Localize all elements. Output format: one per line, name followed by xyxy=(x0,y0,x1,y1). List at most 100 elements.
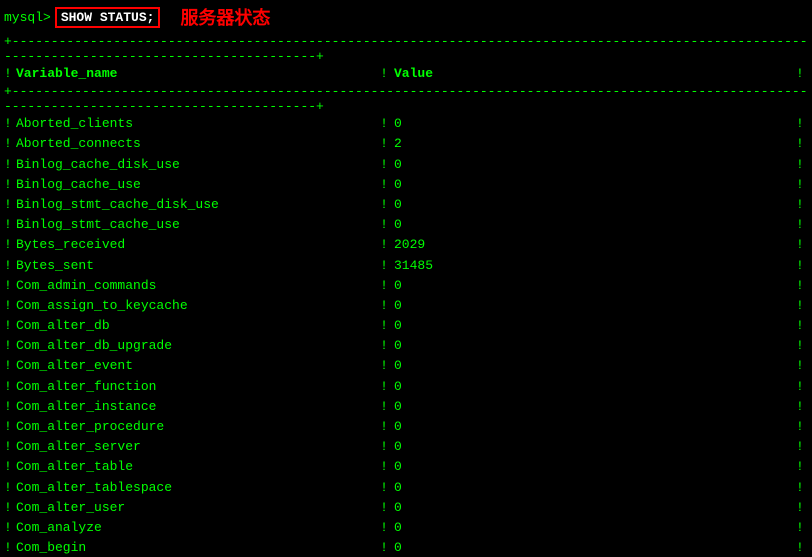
variable-value: 2 xyxy=(394,135,796,153)
variable-name: Bytes_sent xyxy=(16,257,374,275)
variable-value: 0 xyxy=(394,398,796,416)
variable-name: Com_alter_server xyxy=(16,438,374,456)
left-sep: ! xyxy=(4,156,16,174)
mid-sep: ! xyxy=(374,216,394,234)
variable-name: Binlog_stmt_cache_use xyxy=(16,216,374,234)
left-sep: ! xyxy=(4,499,16,517)
table-row: ! Com_alter_db ! 0 ! xyxy=(0,316,812,336)
variable-value: 0 xyxy=(394,317,796,335)
left-sep: ! xyxy=(4,115,16,133)
right-sep: ! xyxy=(796,156,808,174)
mid-sep: ! xyxy=(374,519,394,537)
right-sep: ! xyxy=(796,438,808,456)
mid-sep: ! xyxy=(374,398,394,416)
variable-name: Binlog_cache_disk_use xyxy=(16,156,374,174)
right-sep: ! xyxy=(796,277,808,295)
right-sep: ! xyxy=(796,539,808,557)
variable-name: Com_alter_user xyxy=(16,499,374,517)
mid-sep: ! xyxy=(374,499,394,517)
page-title: 服务器状态 xyxy=(180,4,270,30)
table-row: ! Com_alter_table ! 0 ! xyxy=(0,457,812,477)
variable-value: 31485 xyxy=(394,257,796,275)
variable-value: 0 xyxy=(394,438,796,456)
mid-sep: ! xyxy=(374,357,394,375)
right-sep: ! xyxy=(796,236,808,254)
mid-sep: ! xyxy=(374,115,394,133)
variable-name: Aborted_clients xyxy=(16,115,374,133)
left-sep: ! xyxy=(4,277,16,295)
table-row: ! Com_alter_server ! 0 ! xyxy=(0,437,812,457)
mid-sep: ! xyxy=(374,257,394,275)
variable-name: Com_alter_event xyxy=(16,357,374,375)
table-row: ! Aborted_connects ! 2 ! xyxy=(0,134,812,154)
table-row: ! Com_analyze ! 0 ! xyxy=(0,518,812,538)
left-sep: ! xyxy=(4,438,16,456)
left-sep: ! xyxy=(4,398,16,416)
variable-name: Aborted_connects xyxy=(16,135,374,153)
table-row: ! Bytes_sent ! 31485 ! xyxy=(0,256,812,276)
mid-sep: ! xyxy=(374,196,394,214)
table-row: ! Binlog_cache_disk_use ! 0 ! xyxy=(0,155,812,175)
left-sep: ! xyxy=(4,135,16,153)
mid-sep: ! xyxy=(374,539,394,557)
mid-sep: ! xyxy=(374,479,394,497)
left-sep: ! xyxy=(4,337,16,355)
variable-value: 0 xyxy=(394,519,796,537)
mid-sep: ! xyxy=(374,277,394,295)
mid-sep: ! xyxy=(374,438,394,456)
table-row: ! Binlog_stmt_cache_use ! 0 ! xyxy=(0,215,812,235)
command-text: SHOW STATUS; xyxy=(55,7,161,28)
variable-name: Com_admin_commands xyxy=(16,277,374,295)
variable-value: 0 xyxy=(394,176,796,194)
variable-name: Com_alter_procedure xyxy=(16,418,374,436)
variable-value: 0 xyxy=(394,337,796,355)
variable-value: 0 xyxy=(394,216,796,234)
left-sep: ! xyxy=(4,176,16,194)
prompt-line: mysql> SHOW STATUS; 服务器状态 xyxy=(0,2,812,32)
variable-name: Com_begin xyxy=(16,539,374,557)
variable-value: 0 xyxy=(394,378,796,396)
right-sep: ! xyxy=(796,499,808,517)
left-sep: ! xyxy=(4,539,16,557)
right-sep: ! xyxy=(796,216,808,234)
variable-value: 0 xyxy=(394,539,796,557)
variable-name: Com_assign_to_keycache xyxy=(16,297,374,315)
mid-sep: ! xyxy=(374,176,394,194)
right-sep: ! xyxy=(796,297,808,315)
left-sep: ! xyxy=(4,418,16,436)
variable-name: Com_alter_table xyxy=(16,458,374,476)
mid-sep: ! xyxy=(374,458,394,476)
table-row: ! Aborted_clients ! 0 ! xyxy=(0,114,812,134)
variable-name: Com_alter_db_upgrade xyxy=(16,337,374,355)
left-sep: ! xyxy=(4,196,16,214)
left-sep: ! xyxy=(4,297,16,315)
table-row: ! Com_admin_commands ! 0 ! xyxy=(0,276,812,296)
table-row: ! Com_alter_procedure ! 0 ! xyxy=(0,417,812,437)
variable-value: 0 xyxy=(394,418,796,436)
right-sep: ! xyxy=(796,357,808,375)
mid-sep: ! xyxy=(374,297,394,315)
left-sep: ! xyxy=(4,257,16,275)
header-row: ! Variable_name ! Value ! xyxy=(0,64,812,84)
right-sep: ! xyxy=(796,115,808,133)
variable-value: 0 xyxy=(394,499,796,517)
right-sep: ! xyxy=(796,337,808,355)
mid-sep: ! xyxy=(374,378,394,396)
mid-sep: ! xyxy=(374,418,394,436)
variable-name: Com_alter_tablespace xyxy=(16,479,374,497)
header-divider: +---------------------------------------… xyxy=(0,84,812,114)
table-row: ! Com_alter_event ! 0 ! xyxy=(0,356,812,376)
table-row: ! Com_alter_function ! 0 ! xyxy=(0,377,812,397)
right-sep: ! xyxy=(796,135,808,153)
variable-name: Com_analyze xyxy=(16,519,374,537)
variable-name: Com_alter_instance xyxy=(16,398,374,416)
mid-sep: ! xyxy=(374,337,394,355)
right-sep: ! xyxy=(796,458,808,476)
variable-name: Binlog_cache_use xyxy=(16,176,374,194)
right-sep: ! xyxy=(796,398,808,416)
left-sep: ! xyxy=(4,317,16,335)
variable-name: Com_alter_db xyxy=(16,317,374,335)
variable-value: 0 xyxy=(394,479,796,497)
table-row: ! Com_alter_db_upgrade ! 0 ! xyxy=(0,336,812,356)
variable-value: 0 xyxy=(394,115,796,133)
